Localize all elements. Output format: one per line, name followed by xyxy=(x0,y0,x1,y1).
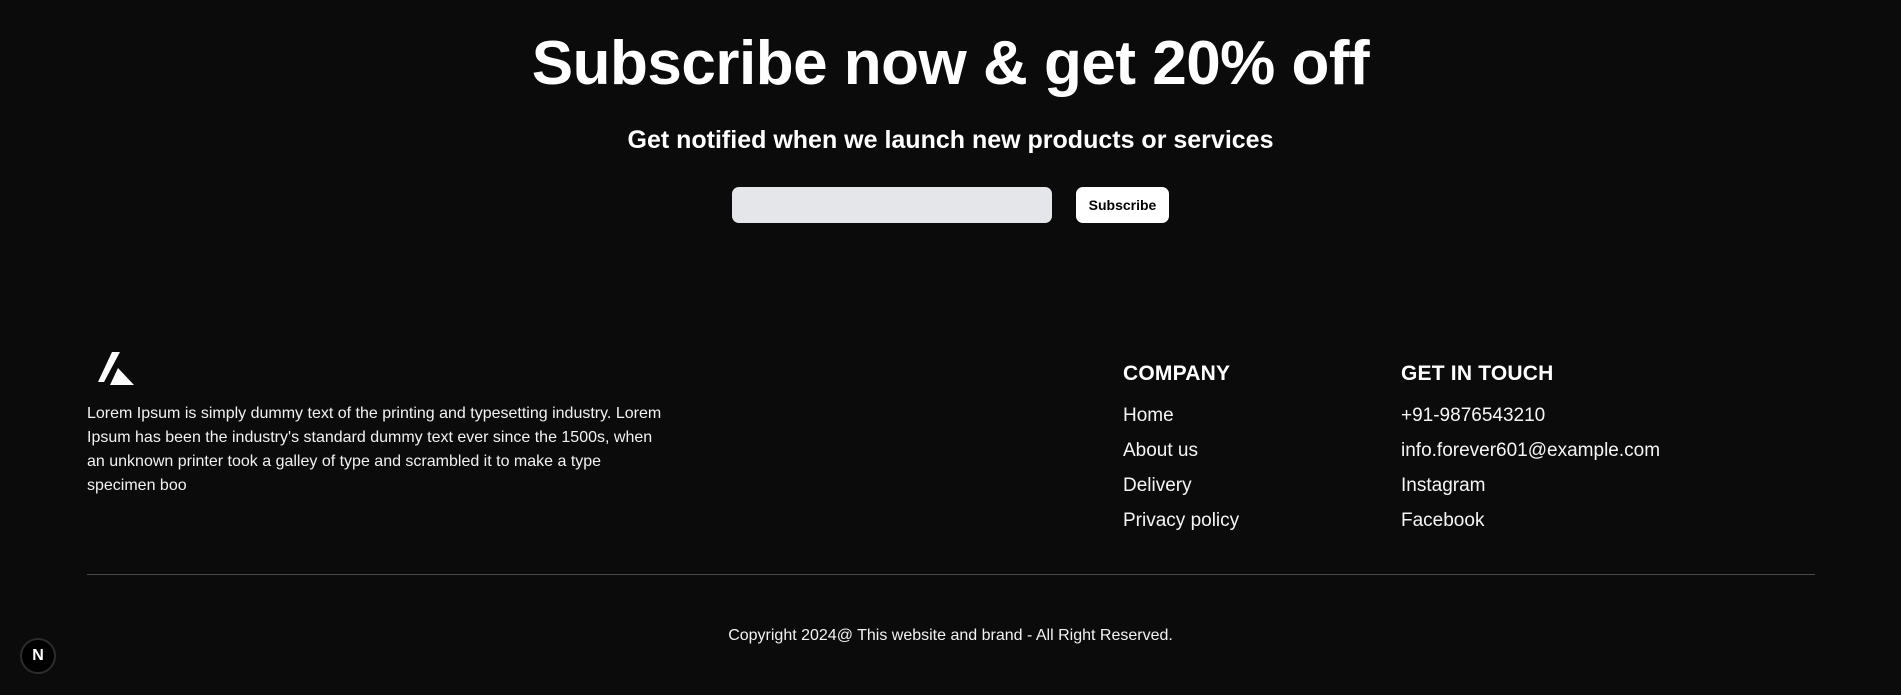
footer-about-text: Lorem Ipsum is simply dummy text of the … xyxy=(87,405,662,494)
footer-contact-column: GET IN TOUCH +91-9876543210 info.forever… xyxy=(1401,360,1660,543)
copyright-text: Copyright 2024@ This website and brand -… xyxy=(728,627,1173,644)
footer-link-home[interactable]: Home xyxy=(1123,403,1239,429)
triangle-logo-icon[interactable] xyxy=(98,352,134,386)
contact-phone[interactable]: +91-9876543210 xyxy=(1401,403,1660,429)
email-input[interactable] xyxy=(732,187,1052,223)
contact-items: +91-9876543210 info.forever601@example.c… xyxy=(1401,403,1660,534)
footer-link-privacy[interactable]: Privacy policy xyxy=(1123,508,1239,534)
footer-company-column: COMPANY Home About us Delivery Privacy p… xyxy=(1123,360,1239,543)
company-links: Home About us Delivery Privacy policy xyxy=(1123,403,1239,534)
footer-divider xyxy=(87,574,1815,575)
nextjs-dev-indicator-button[interactable]: N xyxy=(20,638,56,674)
footer-link-about[interactable]: About us xyxy=(1123,438,1239,464)
subscribe-button[interactable]: Subscribe xyxy=(1076,187,1169,223)
nextjs-logo-icon: N xyxy=(32,647,44,664)
subscribe-subtitle: Get notified when we launch new products… xyxy=(627,126,1274,154)
contact-heading: GET IN TOUCH xyxy=(1401,362,1554,385)
subscribe-title: Subscribe now & get 20% off xyxy=(531,29,1370,98)
contact-facebook[interactable]: Facebook xyxy=(1401,508,1660,534)
contact-email[interactable]: info.forever601@example.com xyxy=(1401,438,1660,464)
contact-instagram[interactable]: Instagram xyxy=(1401,473,1660,499)
page: Subscribe now & get 20% off Get notified… xyxy=(0,0,1901,695)
company-heading: COMPANY xyxy=(1123,362,1231,385)
footer-link-delivery[interactable]: Delivery xyxy=(1123,473,1239,499)
